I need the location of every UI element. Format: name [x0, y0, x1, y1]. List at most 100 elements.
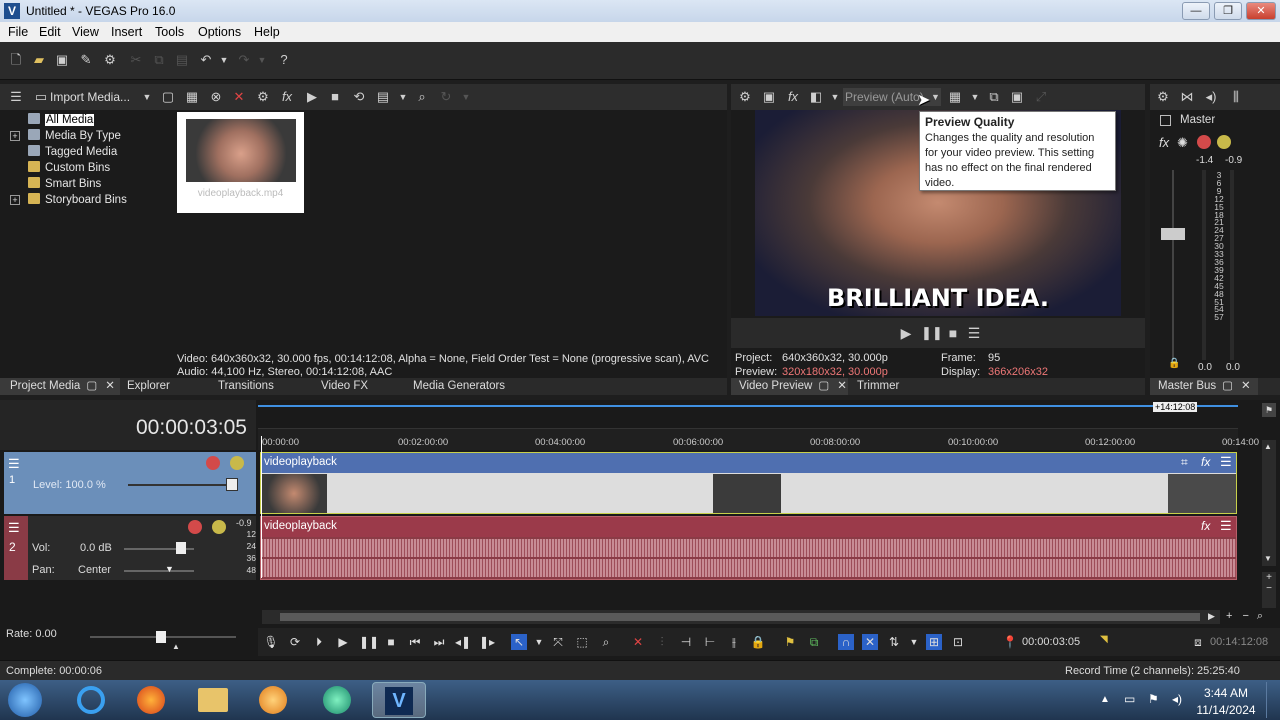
zoom-tool-icon[interactable]: ⌕ [598, 634, 614, 650]
tab-trimmer[interactable]: Trimmer [857, 378, 899, 395]
menu-help[interactable]: Help [254, 25, 280, 39]
playhead-cursor[interactable] [261, 436, 262, 578]
start-button-icon[interactable] [8, 683, 42, 717]
track-mute-icon[interactable] [188, 520, 202, 534]
pan-slider-track[interactable] [124, 570, 194, 572]
tree-item-custom-bins[interactable]: Custom Bins [28, 161, 110, 177]
play-icon[interactable]: ▶ [335, 634, 351, 650]
tray-network-icon[interactable]: ▭ [1124, 692, 1135, 706]
save-snapshot-icon[interactable]: ▣ [1009, 89, 1025, 105]
pause-icon[interactable]: ❚❚ [359, 634, 379, 650]
vertical-scrollbar[interactable]: ▲ ▼ [1262, 440, 1276, 566]
clip-menu-icon[interactable]: ☰ [1220, 454, 1232, 470]
preview-device-icon[interactable]: ▣ [761, 89, 777, 105]
split-screen-icon[interactable]: ◧ [808, 89, 824, 105]
tree-item-storyboard-bins[interactable]: Storyboard Bins [28, 193, 127, 209]
copy-snapshot-icon[interactable]: ⧉ [986, 89, 1002, 105]
record-icon[interactable]: 🎙 [263, 634, 279, 650]
track-mute-icon[interactable] [206, 456, 220, 470]
tab-video-fx[interactable]: Video FX [321, 378, 368, 395]
views-menu-icon[interactable]: ☰ [8, 89, 24, 105]
overlays-dropdown-icon[interactable]: ▼ [967, 89, 983, 105]
preview-properties-icon[interactable]: ⚙ [737, 89, 753, 105]
loop-playback-icon[interactable]: ⟳ [287, 634, 303, 650]
next-frame-icon[interactable]: ❚▸ [479, 634, 495, 650]
scroll-down-icon[interactable]: ▼ [1264, 554, 1272, 563]
master-fx-icon[interactable]: fx [1159, 135, 1169, 150]
split-icon[interactable]: ⫲ [726, 634, 742, 650]
audio-track-header[interactable]: ☰ 2 -0.9 12 24 36 48 Vol: 0.0 dB Pan: Cente… [4, 516, 256, 580]
expand-storyboard-bins-icon[interactable]: + [10, 195, 20, 205]
lock-envelopes-icon[interactable]: ⊞ [926, 634, 942, 650]
level-slider-track[interactable] [128, 484, 238, 486]
tray-volume-icon[interactable]: ◂) [1172, 692, 1182, 706]
save-as-icon[interactable]: ✎ [78, 52, 94, 68]
track-solo-icon[interactable] [230, 456, 244, 470]
open-folder-icon[interactable]: ▰ [31, 52, 47, 68]
auto-ripple-icon[interactable]: ⇅ [886, 634, 902, 650]
media-properties-icon[interactable]: ⚙ [255, 89, 271, 105]
menu-insert[interactable]: Insert [111, 25, 142, 39]
zoom-in-icon[interactable]: + [1226, 610, 1232, 622]
tab-transitions[interactable]: Transitions [218, 378, 274, 395]
import-media-icon[interactable]: ▭ [33, 89, 49, 105]
video-output-fx-icon[interactable]: fx [785, 89, 801, 105]
undock-icon[interactable]: ▢ [86, 380, 97, 392]
rate-slider-handle[interactable] [156, 631, 166, 643]
search-media-icon[interactable]: ⌕ [414, 89, 430, 105]
whats-this-help-icon[interactable]: ? [276, 52, 292, 68]
tab-video-preview[interactable]: Video Preview ▢ ✕ [731, 378, 848, 395]
tree-item-all-media[interactable]: All Media [28, 113, 95, 129]
play-preview-icon[interactable]: ▶ [304, 89, 320, 105]
vertical-zoom[interactable]: + − [1262, 572, 1276, 608]
delete-icon[interactable]: ✕ [630, 634, 646, 650]
clip-fx-icon[interactable]: fx [1201, 455, 1210, 469]
insert-region-icon[interactable]: ⧉ [806, 634, 822, 650]
clip-fx-icon[interactable]: fx [1201, 519, 1210, 533]
mute-icon[interactable] [1197, 135, 1211, 149]
show-desktop-button[interactable] [1266, 682, 1278, 718]
preview-pause-icon[interactable]: ❚❚ [921, 325, 943, 341]
preview-stop-icon[interactable]: ■ [945, 325, 961, 341]
ignore-grouping-icon[interactable]: ⊡ [950, 634, 966, 650]
clip-menu-icon[interactable]: ☰ [1220, 518, 1232, 534]
trim-start-icon[interactable]: ⊣ [678, 634, 694, 650]
maximize-button[interactable]: ❐ [1214, 2, 1242, 20]
horizontal-scroll-thumb[interactable] [280, 613, 1200, 621]
tab-master-bus[interactable]: Master Bus ▢ ✕ [1150, 378, 1258, 395]
vegas-taskbar-button[interactable]: V [372, 682, 426, 718]
tray-show-hidden-icon[interactable]: ▲ [1100, 694, 1110, 705]
edit-tool-dropdown-icon[interactable]: ▼ [531, 634, 547, 650]
menu-edit[interactable]: Edit [39, 25, 61, 39]
media-player-icon[interactable] [250, 682, 296, 718]
zoom-plus-icon[interactable]: + [1262, 572, 1276, 583]
undock-icon[interactable]: ▢ [818, 380, 829, 392]
menu-view[interactable]: View [72, 25, 99, 39]
remove-media-icon[interactable]: ✕ [231, 89, 247, 105]
normal-edit-tool-icon[interactable]: ↖ [511, 634, 527, 650]
close-tab-icon[interactable]: ✕ [105, 380, 115, 392]
zoom-minus-icon[interactable]: − [1262, 583, 1276, 594]
undo-icon[interactable]: ↶ [198, 52, 214, 68]
pan-slider-handle[interactable]: ▼ [165, 564, 174, 574]
video-track-header[interactable]: ☰ 1 Level: 100.0 % [4, 452, 256, 514]
scroll-up-icon[interactable]: ▲ [1264, 442, 1272, 451]
solo-icon[interactable] [1217, 135, 1231, 149]
undock-icon[interactable]: ▢ [1222, 380, 1233, 392]
dim-output-icon[interactable]: ◂) [1203, 89, 1219, 105]
vol-slider-handle[interactable] [176, 542, 186, 554]
stop-icon[interactable]: ■ [383, 634, 399, 650]
insert-marker-icon[interactable]: ⚑ [782, 634, 798, 650]
tray-flag-icon[interactable]: ⚑ [1148, 692, 1159, 706]
views-dropdown-icon[interactable]: ▼ [395, 89, 411, 105]
snapping-icon[interactable]: ∩ [838, 634, 854, 650]
close-tab-icon[interactable]: ✕ [1241, 380, 1251, 392]
media-manager-icon[interactable]: ⊗ [208, 89, 224, 105]
previous-frame-icon[interactable]: ◂❚ [455, 634, 471, 650]
tab-project-media[interactable]: Project Media ▢ ✕ [0, 378, 120, 395]
menu-file[interactable]: File [8, 25, 28, 39]
preview-menu-icon[interactable]: ☰ [966, 325, 982, 341]
audio-clip[interactable]: videoplayback fx ☰ [260, 516, 1237, 580]
tab-media-generators[interactable]: Media Generators [413, 378, 505, 395]
menu-options[interactable]: Options [198, 25, 241, 39]
